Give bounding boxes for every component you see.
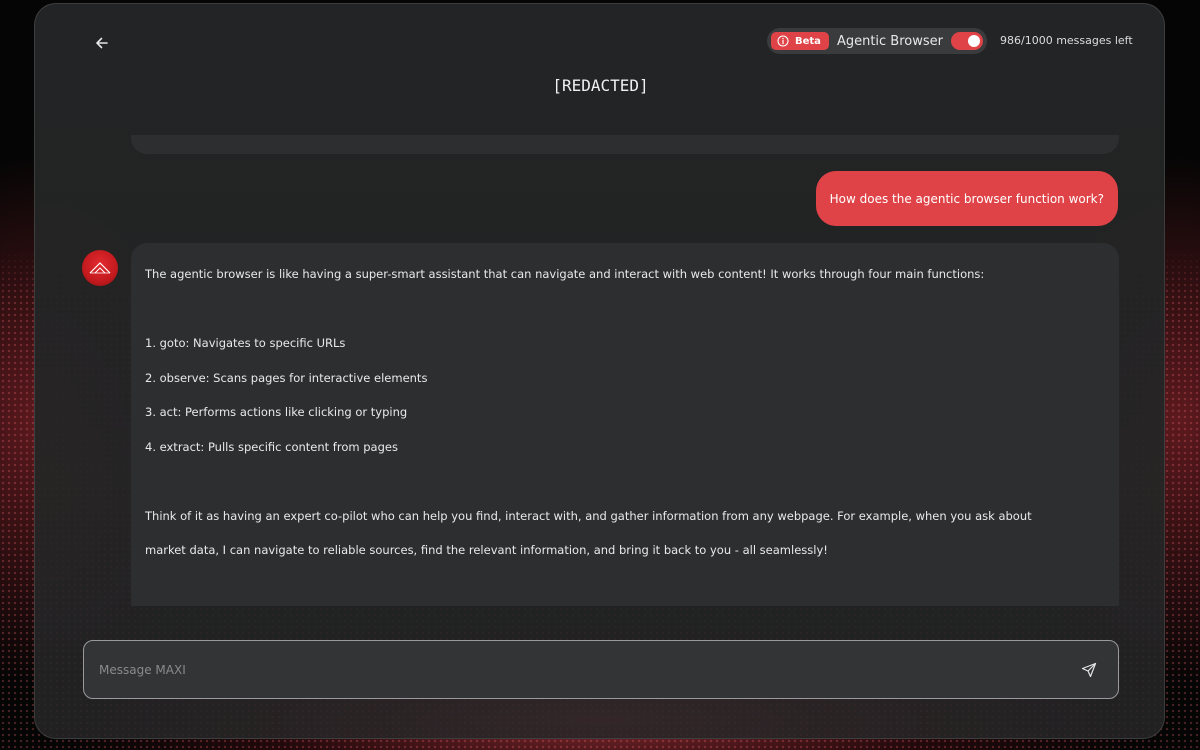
send-button[interactable]: [1074, 655, 1104, 685]
user-message-text: How does the agentic browser function wo…: [829, 191, 1104, 206]
assistant-line-spacer: [145, 464, 1105, 499]
assistant-line-spacer: [145, 292, 1105, 327]
agentic-browser-label: Agentic Browser: [836, 33, 943, 49]
agentic-browser-switch[interactable]: [951, 32, 983, 50]
switch-knob: [968, 35, 980, 47]
assistant-line: The agentic browser is like having a sup…: [145, 267, 985, 281]
messages-left-counter: 986/1000 messages left: [1000, 34, 1133, 47]
arrow-left-icon: [96, 37, 108, 49]
chat-window: Beta Agentic Browser 986/1000 messages l…: [34, 3, 1165, 739]
page-title: [REDACTED]: [552, 76, 649, 95]
assistant-line: 3. act: Performs actions like clicking o…: [145, 405, 408, 419]
message-input[interactable]: [97, 653, 1074, 686]
previous-message-bubble: [131, 135, 1119, 154]
beta-badge: Beta: [771, 32, 829, 50]
send-icon: [1081, 662, 1097, 677]
maxi-logo-icon: [82, 250, 118, 286]
beta-label: Beta: [795, 35, 821, 47]
message-composer: [83, 640, 1119, 699]
info-circle-icon: [777, 35, 789, 47]
user-message-bubble: How does the agentic browser function wo…: [815, 171, 1118, 226]
back-button[interactable]: [91, 32, 113, 54]
assistant-line: market data, I can navigate to reliable …: [145, 543, 828, 557]
assistant-line: Think of it as having an expert co-pilot…: [145, 508, 1032, 523]
assistant-line: 2. observe: Scans pages for interactive …: [145, 370, 428, 385]
assistant-line: 1. goto: Navigates to specific URLs: [145, 336, 346, 350]
agentic-browser-toggle-group: Beta Agentic Browser: [767, 28, 987, 54]
assistant-line: 4. extract: Pulls specific content from …: [145, 439, 398, 454]
assistant-message-bubble: The agentic browser is like having a sup…: [131, 243, 1119, 606]
